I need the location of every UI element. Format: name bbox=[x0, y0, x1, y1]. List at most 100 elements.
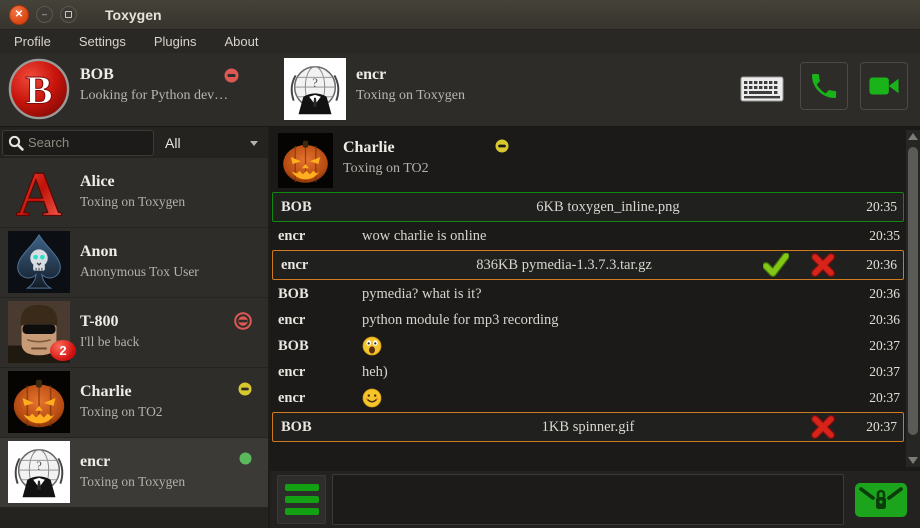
message-text: python module for mp3 recording bbox=[362, 312, 854, 329]
contact-status-message: Toxing on Toxygen bbox=[80, 474, 185, 490]
active-contact-header: ? encr Toxing on Toxygen bbox=[284, 58, 704, 122]
chevron-down-icon bbox=[250, 141, 258, 146]
title-bar: ✕ – Toxygen bbox=[0, 0, 920, 30]
svg-text:B: B bbox=[25, 68, 52, 113]
chat-scrollbar[interactable] bbox=[906, 130, 920, 467]
maximize-icon bbox=[65, 11, 72, 18]
audio-call-button[interactable] bbox=[800, 62, 848, 110]
contact-row-anon[interactable]: Anon Anonymous Tox User bbox=[0, 228, 268, 298]
sidebar: All A Alice Toxing on Toxygen bbox=[0, 127, 268, 528]
filter-selected-value: All bbox=[165, 135, 181, 151]
menu-about[interactable]: About bbox=[210, 30, 272, 53]
file-transfer-row: BOB 6KB toxygen_inline.png 20:35 bbox=[272, 192, 904, 222]
active-contact-name: encr bbox=[356, 66, 465, 84]
contact-name: Charlie bbox=[80, 383, 163, 401]
contact-row-alice[interactable]: A Alice Toxing on Toxygen bbox=[0, 158, 268, 228]
toxygen-window: ✕ – Toxygen Profile Settings Plugins Abo… bbox=[0, 0, 920, 528]
contact-name: Alice bbox=[80, 173, 185, 191]
encrypted-send-icon bbox=[854, 479, 908, 521]
scrollbar-thumb[interactable] bbox=[908, 147, 918, 435]
message-time: 20:37 bbox=[854, 390, 900, 406]
contact-row-t800[interactable]: T-800 I'll be back 2 bbox=[0, 298, 268, 368]
menu-profile[interactable]: Profile bbox=[0, 30, 65, 53]
message-sender: encr bbox=[278, 312, 362, 329]
close-button[interactable]: ✕ bbox=[9, 5, 29, 25]
minimize-button[interactable]: – bbox=[36, 6, 53, 23]
message-time: 20:35 bbox=[851, 199, 897, 215]
chat-menu-button[interactable] bbox=[277, 475, 326, 524]
unread-count-badge: 2 bbox=[50, 340, 76, 361]
send-message-button[interactable] bbox=[853, 478, 909, 522]
message-row: BOB 20:37 bbox=[270, 333, 906, 359]
message-input[interactable] bbox=[332, 474, 844, 525]
contact-name: Anon bbox=[80, 243, 199, 261]
message-time: 20:36 bbox=[851, 257, 897, 273]
decline-file-icon[interactable] bbox=[811, 253, 835, 277]
chat-contact-header: Charlie Toxing on TO2 bbox=[278, 133, 429, 189]
busy-status-icon bbox=[234, 312, 252, 335]
contact-avatar-anon bbox=[8, 231, 70, 293]
search-row: All bbox=[0, 127, 268, 158]
video-camera-icon bbox=[867, 71, 901, 101]
self-avatar: B bbox=[8, 58, 70, 120]
cancel-file-icon[interactable] bbox=[811, 415, 835, 439]
composer bbox=[270, 471, 920, 528]
message-text: wow charlie is online bbox=[362, 228, 854, 245]
typing-notification-keyboard-icon bbox=[740, 76, 784, 107]
window-title: Toxygen bbox=[105, 7, 162, 23]
menu-bar: Profile Settings Plugins About bbox=[0, 30, 920, 53]
self-name: BOB bbox=[80, 66, 228, 84]
message-time: 20:36 bbox=[854, 286, 900, 302]
message-list: BOB 6KB toxygen_inline.png 20:35 encr wo… bbox=[270, 191, 906, 467]
contact-row-charlie[interactable]: Charlie Toxing on TO2 bbox=[0, 368, 268, 438]
message-sender: encr bbox=[278, 228, 362, 245]
contact-avatar-alice: A bbox=[8, 161, 70, 223]
contact-filter-dropdown[interactable]: All bbox=[159, 130, 266, 156]
contact-name: encr bbox=[80, 453, 185, 471]
contact-status-message: Toxing on TO2 bbox=[80, 404, 163, 420]
message-sender: BOB bbox=[278, 338, 362, 355]
maximize-button[interactable] bbox=[60, 6, 77, 23]
message-sender: encr bbox=[278, 390, 362, 407]
file-transfer-name: 1KB spinner.gif bbox=[365, 419, 811, 436]
contact-avatar-encr: ? bbox=[8, 441, 70, 503]
away-status-icon bbox=[238, 382, 252, 401]
message-row: encr 20:37 bbox=[270, 385, 906, 411]
message-row: encr wow charlie is online 20:35 bbox=[270, 223, 906, 249]
search-box[interactable] bbox=[2, 130, 154, 156]
smiling-face-emoji bbox=[362, 388, 854, 408]
active-contact-status-message: Toxing on Toxygen bbox=[356, 88, 465, 104]
message-sender: BOB bbox=[281, 199, 365, 216]
contact-row-encr[interactable]: ? encr Toxing on Toxygen bbox=[0, 438, 268, 508]
self-status-message: Looking for Python dev… bbox=[80, 88, 228, 104]
search-icon bbox=[8, 135, 24, 151]
scroll-up-arrow[interactable] bbox=[908, 133, 918, 140]
chat-contact-status-message: Toxing on TO2 bbox=[343, 161, 429, 177]
file-transfer-name: 836KB pymedia-1.3.7.3.tar.gz bbox=[365, 257, 763, 274]
message-sender: BOB bbox=[278, 286, 362, 303]
accept-file-icon[interactable] bbox=[763, 253, 789, 277]
file-transfer-name: 6KB toxygen_inline.png bbox=[365, 199, 851, 216]
message-row: encr python module for mp3 recording 20:… bbox=[270, 307, 906, 333]
shocked-face-emoji bbox=[362, 336, 854, 356]
self-busy-status-icon[interactable] bbox=[224, 68, 239, 88]
header: B BOB Looking for Python dev… ? bbox=[0, 53, 920, 127]
contact-status-message: I'll be back bbox=[80, 334, 139, 350]
message-time: 20:37 bbox=[854, 364, 900, 380]
message-text: heh) bbox=[362, 364, 854, 381]
menu-plugins[interactable]: Plugins bbox=[140, 30, 211, 53]
menu-settings[interactable]: Settings bbox=[65, 30, 140, 53]
file-transfer-row: BOB 1KB spinner.gif 20:37 bbox=[272, 412, 904, 442]
contact-status-message: Anonymous Tox User bbox=[80, 264, 199, 280]
message-row: encr heh) 20:37 bbox=[270, 359, 906, 385]
message-time: 20:37 bbox=[851, 419, 897, 435]
chat-contact-avatar bbox=[278, 133, 333, 188]
svg-text:?: ? bbox=[36, 459, 42, 473]
scroll-down-arrow[interactable] bbox=[908, 457, 918, 464]
message-time: 20:36 bbox=[854, 312, 900, 328]
message-text: pymedia? what is it? bbox=[362, 286, 854, 303]
search-input[interactable] bbox=[28, 135, 138, 150]
online-status-icon bbox=[239, 452, 252, 470]
video-call-button[interactable] bbox=[860, 62, 908, 110]
hamburger-icon bbox=[285, 484, 319, 491]
